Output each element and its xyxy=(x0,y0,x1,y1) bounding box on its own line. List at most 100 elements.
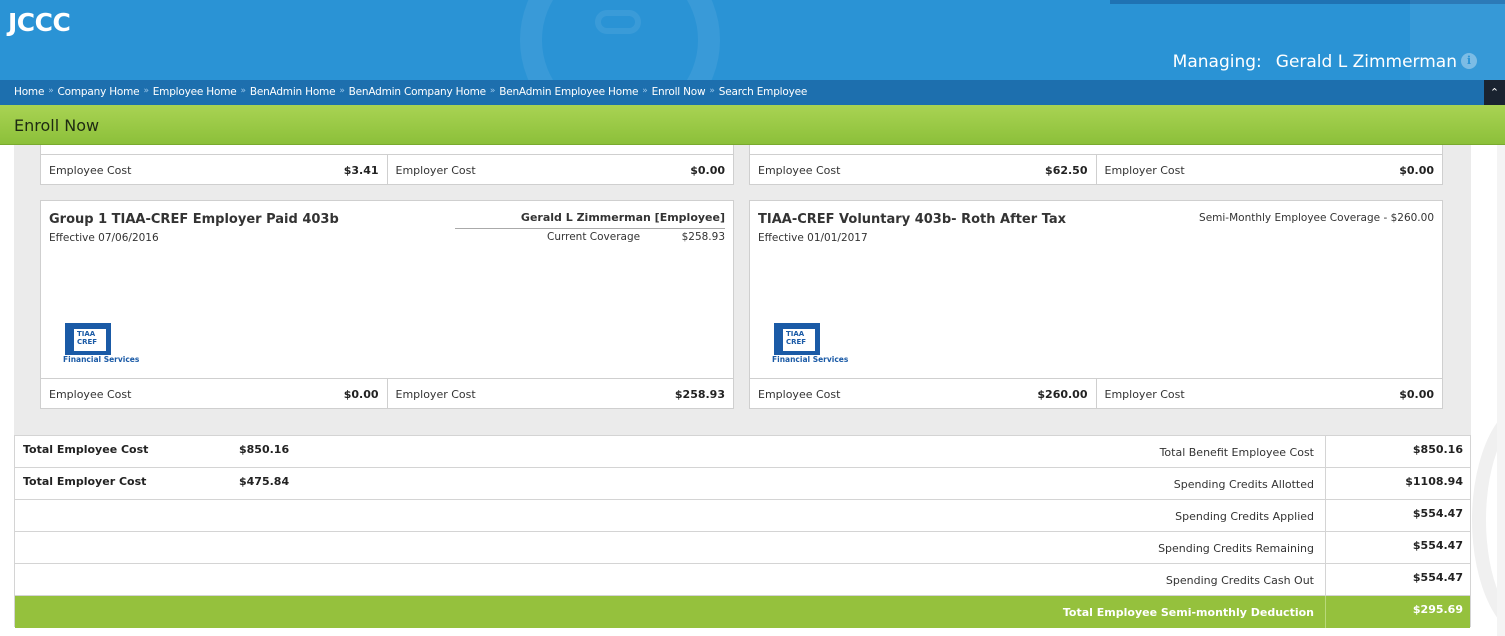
breadcrumb-separator: » xyxy=(339,86,345,96)
cost-row: Employee Cost $0.00 Employer Cost $258.9… xyxy=(41,378,733,408)
breadcrumb-search-employee[interactable]: Search Employee xyxy=(719,86,808,98)
employee-cost-cell: Employee Cost $62.50 xyxy=(750,155,1096,184)
app-logo[interactable]: JCCC xyxy=(8,8,71,37)
plan-card-tiaa-roth-403b[interactable]: TIAA-CREF Voluntary 403b- Roth After Tax… xyxy=(749,200,1443,409)
employee-cost-label: Employee Cost xyxy=(758,388,841,401)
breadcrumb-separator: » xyxy=(48,86,54,96)
plan-card-partial-right: Employee Cost $62.50 Employer Cost $0.00 xyxy=(749,145,1443,185)
employer-cost-label: Employer Cost xyxy=(395,388,476,401)
header-watermark-shape xyxy=(595,10,641,34)
scrollbar[interactable] xyxy=(1497,145,1505,636)
logo-subtitle: Financial Services xyxy=(772,355,849,364)
cost-row: Employee Cost $260.00 Employer Cost $0.0… xyxy=(750,378,1442,408)
column-divider xyxy=(1325,564,1326,595)
cost-row: Employee Cost $62.50 Employer Cost $0.00 xyxy=(750,154,1442,184)
spending-credits-applied-value: $554.47 xyxy=(1412,507,1463,520)
column-divider xyxy=(1325,500,1326,531)
breadcrumb-separator: » xyxy=(642,86,648,96)
page-title: Enroll Now xyxy=(14,116,100,135)
total-semi-monthly-deduction-value: $295.69 xyxy=(1412,603,1463,616)
total-benefit-employee-cost-label: Total Benefit Employee Cost xyxy=(1159,446,1314,459)
column-divider xyxy=(1325,596,1326,628)
spending-credits-allotted-value: $1108.94 xyxy=(1405,475,1463,488)
employee-cost-value: $62.50 xyxy=(1045,164,1088,177)
covered-person: Gerald L Zimmerman [Employee] xyxy=(520,211,725,224)
employer-cost-value: $0.00 xyxy=(690,164,725,177)
totals-row: Spending Credits Applied $554.47 xyxy=(15,500,1470,532)
page-title-bar: Enroll Now xyxy=(0,105,1505,145)
total-semi-monthly-deduction-label: Total Employee Semi-monthly Deduction xyxy=(1062,606,1314,619)
breadcrumb-list: Home » Company Home » Employee Home » Be… xyxy=(14,86,807,98)
coverage-label: Current Coverage xyxy=(547,231,641,243)
employee-cost-value: $260.00 xyxy=(1037,388,1088,401)
logo-text: TIAA CREF xyxy=(786,330,806,346)
spending-credits-applied-label: Spending Credits Applied xyxy=(1175,510,1314,523)
collapse-header-button[interactable]: ⌃ xyxy=(1484,80,1505,105)
breadcrumb-enroll-now[interactable]: Enroll Now xyxy=(652,86,706,98)
coverage-value: $258.93 xyxy=(681,231,725,243)
logo-line2: CREF xyxy=(77,338,98,346)
tiaa-cref-logo: TIAA CREF Financial Services xyxy=(63,323,153,365)
employer-cost-cell: Employer Cost $0.00 xyxy=(1095,379,1443,408)
employee-cost-cell: Employee Cost $3.41 xyxy=(41,155,387,184)
breadcrumb-separator: » xyxy=(709,86,715,96)
plan-card-tiaa-employer-403b[interactable]: Group 1 TIAA-CREF Employer Paid 403b Eff… xyxy=(40,200,734,409)
app-header: JCCC Managing: Gerald L Zimmerman i xyxy=(0,0,1505,80)
coverage-note: Semi-Monthly Employee Coverage - $260.00 xyxy=(1199,212,1434,224)
totals-row: Spending Credits Cash Out $554.47 xyxy=(15,564,1470,596)
breadcrumb-company-home[interactable]: Company Home xyxy=(58,86,140,98)
breadcrumb-benadmin-employee-home[interactable]: BenAdmin Employee Home xyxy=(499,86,638,98)
column-divider xyxy=(1325,468,1326,499)
spending-credits-cash-out-value: $554.47 xyxy=(1412,571,1463,584)
totals-table: Total Employee Cost $850.16 Total Benefi… xyxy=(14,435,1471,628)
employee-cost-value: $0.00 xyxy=(343,388,379,401)
breadcrumb-benadmin-company-home[interactable]: BenAdmin Company Home xyxy=(349,86,486,98)
plan-cards-area: Employee Cost $3.41 Employer Cost $0.00 … xyxy=(14,145,1471,435)
employee-cost-value: $3.41 xyxy=(343,164,379,177)
spending-credits-remaining-label: Spending Credits Remaining xyxy=(1158,542,1314,555)
info-icon[interactable]: i xyxy=(1461,53,1477,69)
managing-name[interactable]: Gerald L Zimmerman xyxy=(1276,52,1457,72)
column-divider xyxy=(1325,532,1326,563)
employer-cost-cell: Employer Cost $0.00 xyxy=(1095,155,1443,184)
logo-line1: TIAA xyxy=(786,330,805,338)
breadcrumb-employee-home[interactable]: Employee Home xyxy=(153,86,237,98)
employer-cost-value: $0.00 xyxy=(1399,388,1434,401)
logo-line1: TIAA xyxy=(77,330,96,338)
plan-name: Group 1 TIAA-CREF Employer Paid 403b xyxy=(49,212,339,227)
column-divider xyxy=(1325,436,1326,467)
employer-cost-label: Employer Cost xyxy=(1104,388,1185,401)
breadcrumb-benadmin-home[interactable]: BenAdmin Home xyxy=(250,86,336,98)
total-deduction-row: Total Employee Semi-monthly Deduction $2… xyxy=(15,596,1470,628)
employee-cost-label: Employee Cost xyxy=(49,164,132,177)
divider xyxy=(455,228,725,229)
breadcrumb: Home » Company Home » Employee Home » Be… xyxy=(0,80,1505,105)
spending-credits-allotted-label: Spending Credits Allotted xyxy=(1173,478,1314,491)
employer-cost-value: $258.93 xyxy=(674,388,725,401)
employee-cost-cell: Employee Cost $260.00 xyxy=(750,379,1096,408)
employer-cost-value: $0.00 xyxy=(1399,164,1434,177)
plan-effective-date: Effective 07/06/2016 xyxy=(49,232,159,244)
totals-row: Total Employee Cost $850.16 Total Benefi… xyxy=(15,436,1470,468)
total-employer-cost-value: $475.84 xyxy=(239,475,290,488)
breadcrumb-home[interactable]: Home xyxy=(14,86,44,98)
cost-row: Employee Cost $3.41 Employer Cost $0.00 xyxy=(41,154,733,184)
employer-cost-label: Employer Cost xyxy=(1104,164,1185,177)
employee-cost-cell: Employee Cost $0.00 xyxy=(41,379,387,408)
managing-label: Managing: xyxy=(1172,52,1262,72)
plan-card-partial-left: Employee Cost $3.41 Employer Cost $0.00 xyxy=(40,145,734,185)
logo-subtitle: Financial Services xyxy=(63,355,140,364)
spending-credits-remaining-value: $554.47 xyxy=(1412,539,1463,552)
breadcrumb-separator: » xyxy=(240,86,247,96)
totals-row: Spending Credits Remaining $554.47 xyxy=(15,532,1470,564)
totals-row: Total Employer Cost $475.84 Spending Cre… xyxy=(15,468,1470,500)
total-employee-cost-value: $850.16 xyxy=(239,443,290,456)
employee-cost-label: Employee Cost xyxy=(49,388,132,401)
managing-info: Managing: Gerald L Zimmerman xyxy=(1173,52,1457,72)
spending-credits-cash-out-label: Spending Credits Cash Out xyxy=(1165,574,1314,587)
plan-name: TIAA-CREF Voluntary 403b- Roth After Tax xyxy=(758,212,1067,227)
employer-cost-cell: Employer Cost $258.93 xyxy=(386,379,734,408)
chevron-up-icon: ⌃ xyxy=(1489,86,1500,99)
breadcrumb-separator: » xyxy=(143,86,149,96)
plan-effective-date: Effective 01/01/2017 xyxy=(758,232,868,244)
